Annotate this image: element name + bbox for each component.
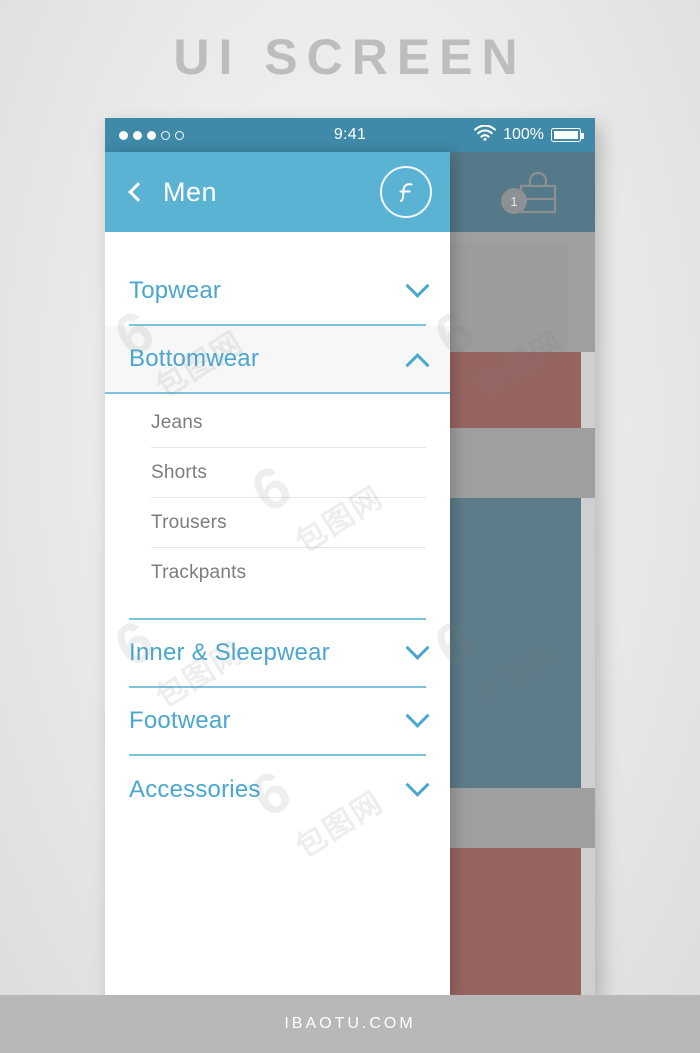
- menu-item-topwear[interactable]: Topwear: [129, 258, 430, 326]
- cart-badge: 1: [501, 188, 527, 214]
- chevron-down-icon: [405, 273, 430, 298]
- submenu-item-shorts[interactable]: Shorts: [151, 448, 426, 498]
- submenu-item-trousers[interactable]: Trousers: [151, 498, 426, 548]
- brand-logo-icon[interactable]: [380, 166, 432, 218]
- submenu-divider: [129, 598, 426, 620]
- cart-button[interactable]: 1: [501, 168, 561, 216]
- status-bar: 9:41 100%: [105, 118, 595, 152]
- menu-item-bottomwear[interactable]: Bottomwear: [105, 326, 450, 394]
- submenu-bottomwear: Jeans Shorts Trousers Trackpants: [129, 394, 426, 620]
- drawer-title: Men: [163, 176, 218, 207]
- chevron-down-icon: [405, 635, 430, 660]
- page-title: UI SCREEN: [173, 29, 527, 85]
- submenu-item-jeans[interactable]: Jeans: [151, 398, 426, 448]
- navigation-drawer: Men Topwear Bottomwear Jeans Shorts Trou…: [105, 152, 450, 996]
- menu-item-inner-sleepwear[interactable]: Inner & Sleepwear: [129, 620, 430, 688]
- footer-bar: IBAOTU.COM: [0, 995, 700, 1053]
- battery-percent-label: 100%: [503, 126, 544, 143]
- chevron-left-icon[interactable]: [128, 182, 148, 202]
- submenu-item-trackpants[interactable]: Trackpants: [151, 548, 426, 598]
- menu-item-footwear[interactable]: Footwear: [129, 688, 430, 756]
- drawer-menu: Topwear Bottomwear Jeans Shorts Trousers…: [105, 232, 450, 996]
- menu-item-label: Topwear: [129, 277, 222, 304]
- menu-item-label: Bottomwear: [129, 345, 260, 372]
- chevron-down-icon: [405, 703, 430, 728]
- footer-label: IBAOTU.COM: [284, 1015, 416, 1032]
- menu-item-accessories[interactable]: Accessories: [129, 756, 430, 824]
- drawer-header: Men: [105, 152, 450, 232]
- chevron-up-icon: [405, 352, 430, 377]
- wifi-icon: [474, 124, 497, 146]
- menu-item-label: Inner & Sleepwear: [129, 639, 330, 666]
- status-right-group: 100%: [474, 124, 584, 146]
- phone-mockup: 9:41 100% 1 Men Topwear Bottomwear Jeans…: [105, 118, 595, 996]
- menu-item-label: Footwear: [129, 707, 231, 734]
- chevron-down-icon: [405, 772, 430, 797]
- battery-full-icon: [551, 128, 584, 142]
- menu-item-label: Accessories: [129, 776, 261, 803]
